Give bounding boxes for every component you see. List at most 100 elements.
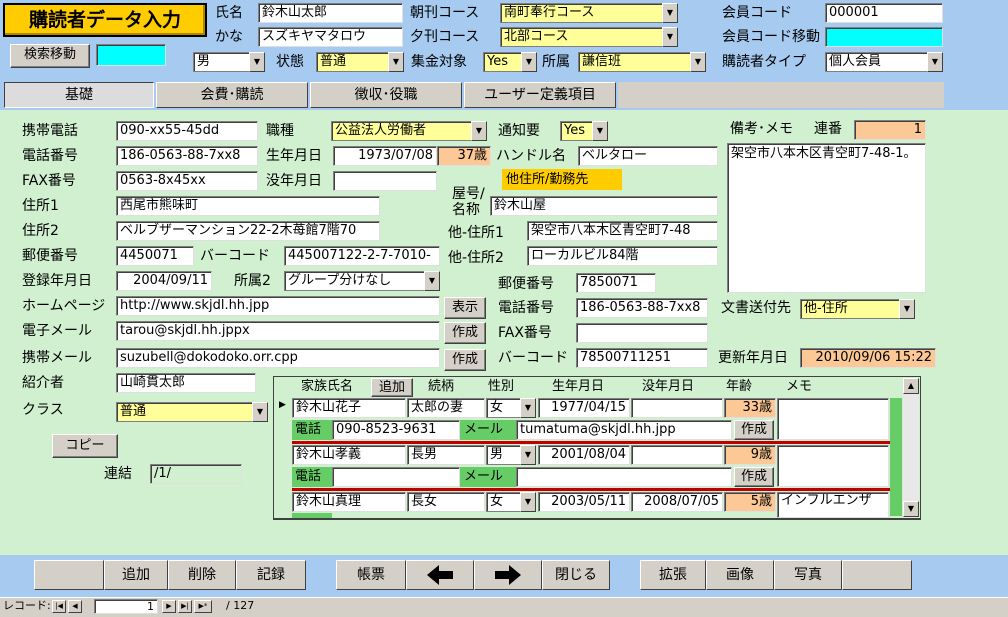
introducer-field[interactable]: 山崎貫太郎 <box>116 373 256 393</box>
next-record-icon[interactable]: ▶ <box>162 600 176 613</box>
chevron-down-icon[interactable]: ▼ <box>388 52 404 72</box>
chevron-down-icon[interactable]: ▼ <box>690 52 706 72</box>
previous-record-button[interactable] <box>406 560 474 590</box>
family-phone-field[interactable] <box>332 467 460 487</box>
family-birth-field[interactable]: 1977/04/15 <box>538 398 630 418</box>
create-email-button[interactable]: 作成 <box>444 322 486 344</box>
birth-date-field[interactable]: 1973/07/08 <box>333 146 437 166</box>
member-code-move-field[interactable] <box>825 27 943 47</box>
death-date-field[interactable] <box>333 171 437 191</box>
address1-field[interactable]: 西尾市熊味町 <box>116 196 380 216</box>
search-move-field[interactable] <box>96 44 166 66</box>
family-relation-field[interactable]: 太郎の妻 <box>407 398 485 418</box>
chevron-down-icon[interactable]: ▼ <box>899 299 915 319</box>
notify-combo[interactable]: Yes ▼ <box>560 121 608 141</box>
chevron-down-icon[interactable]: ▼ <box>520 398 536 418</box>
other-fax-field[interactable] <box>576 323 708 343</box>
image-button[interactable]: 画像 <box>706 560 774 590</box>
collect-combo[interactable]: Yes ▼ <box>483 52 537 72</box>
family-gender-combo[interactable]: 女 ▼ <box>486 492 536 512</box>
shop-name-field[interactable]: 鈴木山屋 <box>490 196 718 216</box>
create-mobile-mail-button[interactable]: 作成 <box>444 349 486 371</box>
family-name-field[interactable]: 鈴木山真理 <box>292 492 406 512</box>
family-gender-combo[interactable]: 女 ▼ <box>486 398 536 418</box>
homepage-field[interactable]: http://www.skjdl.hh.jpp <box>116 296 440 316</box>
email-field[interactable]: tarou@skjdl.hh.jppx <box>116 321 440 341</box>
last-record-icon[interactable]: ▶| <box>178 600 192 613</box>
family-memo-field[interactable]: インフルエンザ <box>777 492 889 518</box>
member-code-field[interactable]: 000001 <box>825 3 943 23</box>
kana-field[interactable]: スズキヤマタロウ <box>258 27 403 47</box>
scroll-up-icon[interactable]: ▲ <box>903 378 919 394</box>
delete-record-button[interactable]: 削除 <box>168 560 236 590</box>
mobile-field[interactable]: 090-xx55-45dd <box>116 121 258 141</box>
family-death-field[interactable] <box>631 445 723 465</box>
ledger-button[interactable]: 帳票 <box>336 560 406 590</box>
registered-date-field[interactable]: 2004/09/11 <box>116 271 212 291</box>
chevron-down-icon[interactable]: ▼ <box>249 52 265 72</box>
evening-course-combo[interactable]: 北部コース ▼ <box>500 27 678 47</box>
family-relation-field[interactable]: 長男 <box>407 445 485 465</box>
chevron-down-icon[interactable]: ▼ <box>520 445 536 465</box>
barcode-field[interactable]: 445007122-2-7-7010- <box>284 246 440 266</box>
tab-collection-roles[interactable]: 徴収･役職 <box>310 82 462 108</box>
copy-button[interactable]: コピー <box>52 434 118 458</box>
tab-fees-subscription[interactable]: 会費･購読 <box>156 82 308 108</box>
belong-combo[interactable]: 謙信班 ▼ <box>578 52 706 72</box>
toolbar-blank-button-2[interactable] <box>842 560 912 590</box>
chevron-down-icon[interactable]: ▼ <box>424 271 440 291</box>
memo-textarea[interactable]: 架空市八本木区青空町7-48-1。 <box>727 143 926 293</box>
record-selector-icon[interactable]: ▶ <box>279 400 286 410</box>
subscriber-type-combo[interactable]: 個人会員 ▼ <box>825 52 943 72</box>
other-address2-field[interactable]: ローカルビル84階 <box>527 246 718 266</box>
other-barcode-field[interactable]: 78500711251 <box>576 348 708 368</box>
current-record-field[interactable]: 1 <box>94 599 158 614</box>
belong2-combo[interactable]: グループ分けなし ▼ <box>284 271 440 291</box>
job-combo[interactable]: 公益法人労働者 ▼ <box>331 121 487 141</box>
expand-button[interactable]: 拡張 <box>640 560 706 590</box>
family-gender-combo[interactable]: 男 ▼ <box>486 445 536 465</box>
family-phone-field[interactable]: 090-8523-9631 <box>332 420 460 440</box>
photo-button[interactable]: 写真 <box>774 560 842 590</box>
other-zip-field[interactable]: 7850071 <box>576 273 656 293</box>
family-birth-field[interactable]: 2003/05/11 <box>538 492 630 512</box>
save-record-button[interactable]: 記録 <box>236 560 306 590</box>
chevron-down-icon[interactable]: ▼ <box>592 121 608 141</box>
other-address1-field[interactable]: 架空市八本木区青空町7-48 <box>527 221 718 241</box>
class-combo[interactable]: 普通 ▼ <box>116 402 268 422</box>
family-scrollbar[interactable] <box>903 378 919 518</box>
show-homepage-button[interactable]: 表示 <box>444 297 486 319</box>
name-field[interactable]: 鈴木山太郎 <box>258 3 403 23</box>
family-memo-field[interactable] <box>777 445 889 487</box>
family-mail-field[interactable]: tumatuma@skjdl.hh.jpp <box>516 420 732 440</box>
mobile-mail-field[interactable]: suzubell@dokodoko.orr.cpp <box>116 348 440 368</box>
fax-field[interactable]: 0563-8x45xx <box>116 171 258 191</box>
family-mail-field[interactable] <box>516 467 732 487</box>
chevron-down-icon[interactable]: ▼ <box>521 52 537 72</box>
family-relation-field[interactable]: 長女 <box>407 492 485 512</box>
family-birth-field[interactable]: 2001/08/04 <box>538 445 630 465</box>
family-death-field[interactable]: 2008/07/05 <box>631 492 723 512</box>
close-button[interactable]: 閉じる <box>542 560 610 590</box>
family-death-field[interactable] <box>631 398 723 418</box>
tab-basic[interactable]: 基礎 <box>4 82 154 108</box>
family-add-button[interactable]: 追加 <box>371 378 413 397</box>
chevron-down-icon[interactable]: ▼ <box>662 3 678 23</box>
gender-combo[interactable]: 男 ▼ <box>193 52 265 72</box>
other-phone-field[interactable]: 186-0563-88-7xx8 <box>576 298 708 318</box>
family-name-field[interactable]: 鈴木山孝義 <box>292 445 406 465</box>
chevron-down-icon[interactable]: ▼ <box>252 402 268 422</box>
next-record-button[interactable] <box>474 560 542 590</box>
new-record-icon[interactable]: ▶* <box>194 600 212 613</box>
chevron-down-icon[interactable]: ▼ <box>471 121 487 141</box>
prev-record-icon[interactable]: ◀ <box>68 600 82 613</box>
state-combo[interactable]: 普通 ▼ <box>316 52 404 72</box>
family-create-button[interactable]: 作成 <box>734 467 774 487</box>
toolbar-blank-button[interactable] <box>34 560 104 590</box>
family-create-button[interactable]: 作成 <box>734 420 774 440</box>
chevron-down-icon[interactable]: ▼ <box>520 492 536 512</box>
phone-field[interactable]: 186-0563-88-7xx8 <box>116 146 258 166</box>
address2-field[interactable]: ベルブザーマンション22-2木苺館7階70 <box>116 221 380 241</box>
tab-user-defined[interactable]: ユーザー定義項目 <box>464 82 616 108</box>
send-to-combo[interactable]: 他-住所 ▼ <box>800 299 915 319</box>
